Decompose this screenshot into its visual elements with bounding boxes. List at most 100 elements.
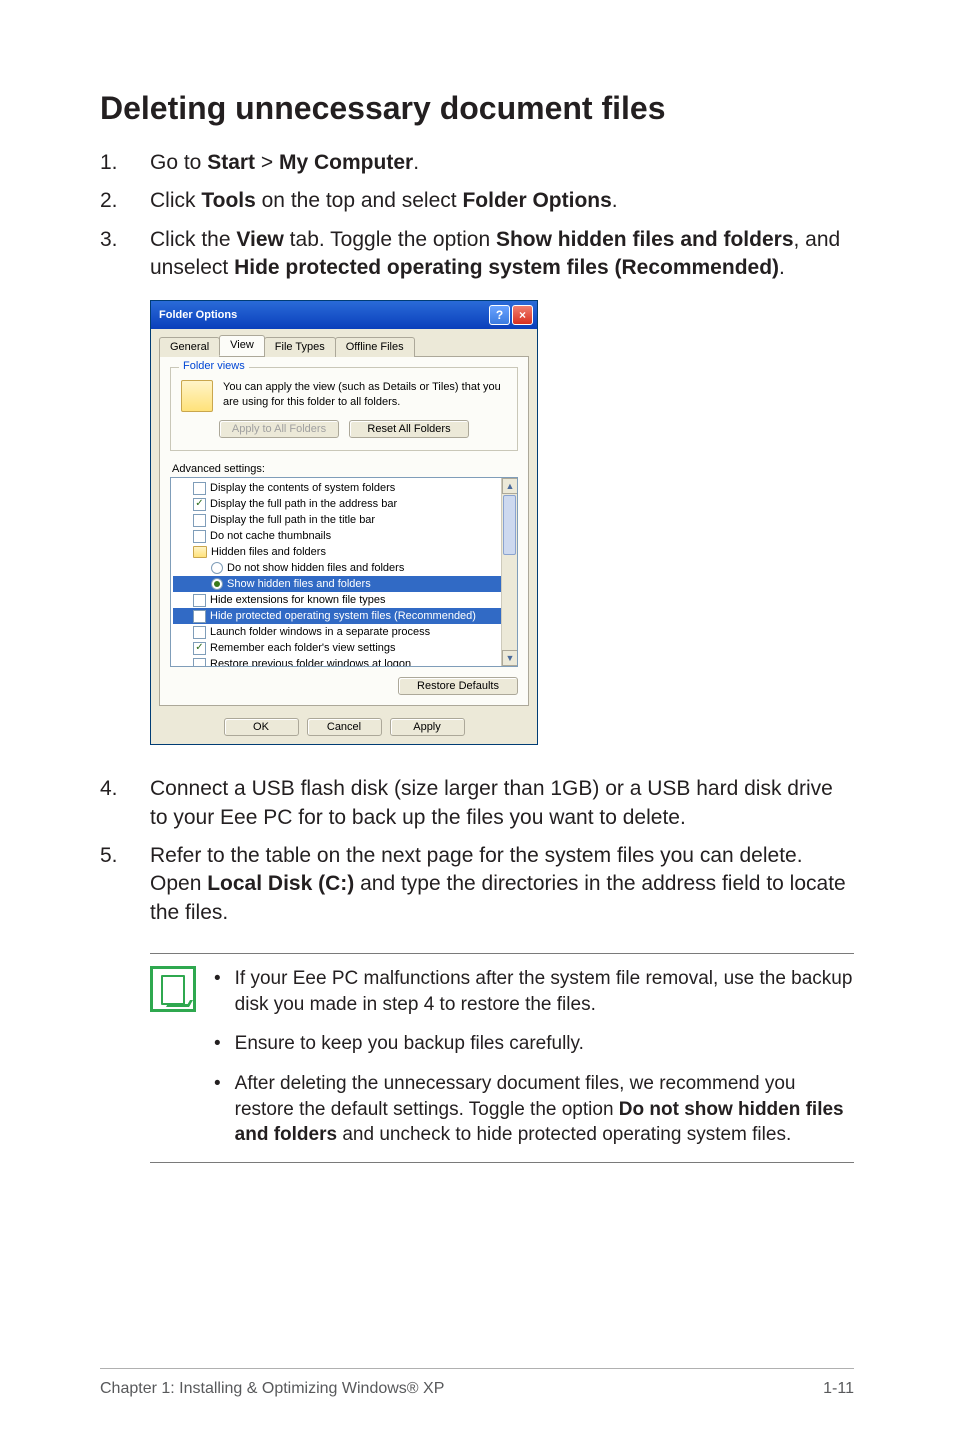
tree-item[interactable]: Hide extensions for known file types — [173, 592, 517, 608]
checkbox-icon[interactable] — [193, 626, 206, 639]
dialog-title: Folder Options — [159, 309, 237, 321]
tree-label: Display the contents of system folders — [210, 480, 395, 496]
bold-folder-options: Folder Options — [462, 189, 611, 212]
tab-file-types[interactable]: File Types — [264, 337, 336, 357]
tab-view[interactable]: View — [219, 335, 265, 356]
ok-button[interactable]: OK — [224, 718, 299, 736]
restore-row: Restore Defaults — [170, 677, 518, 695]
scroll-thumb[interactable] — [503, 495, 516, 555]
titlebar-buttons: ? × — [489, 305, 533, 325]
step-text: Go to Start > My Computer. — [150, 149, 854, 177]
radio-icon[interactable] — [211, 578, 223, 590]
tree-item[interactable]: Show hidden files and folders — [173, 576, 517, 592]
scrollbar[interactable]: ▲ ▼ — [501, 478, 517, 666]
tree-item[interactable]: Do not show hidden files and folders — [173, 560, 517, 576]
tree-item[interactable]: Display the full path in the address bar — [173, 496, 517, 512]
bold-hide-protected: Hide protected operating system files (R… — [234, 256, 779, 279]
text: . — [413, 151, 419, 174]
step-number: 2. — [100, 187, 150, 215]
tree-label: Restore previous folder windows at logon — [210, 656, 411, 667]
dialog-screenshot: Folder Options ? × General View File Typ… — [100, 300, 854, 745]
bold-show-hidden: Show hidden files and folders — [496, 228, 794, 251]
bullet-icon: • — [214, 1031, 221, 1057]
page: Deleting unnecessary document files 1. G… — [0, 0, 954, 1438]
steps-list: 1. Go to Start > My Computer. 2. Click T… — [100, 149, 854, 282]
step-number: 3. — [100, 226, 150, 283]
bold-tools: Tools — [201, 189, 255, 212]
checkbox-icon[interactable] — [193, 642, 206, 655]
checkbox-icon[interactable] — [193, 610, 206, 623]
help-button[interactable]: ? — [489, 305, 510, 325]
checkbox-icon[interactable] — [193, 514, 206, 527]
tree-label: Do not cache thumbnails — [210, 528, 331, 544]
tree-item[interactable]: Do not cache thumbnails — [173, 528, 517, 544]
note-item: • If your Eee PC malfunctions after the s… — [214, 966, 854, 1017]
tab-panel-view: Folder views You can apply the view (suc… — [159, 357, 529, 706]
scroll-down-icon[interactable]: ▼ — [502, 650, 518, 666]
tree-label: Display the full path in the address bar — [210, 496, 397, 512]
tree-label: Launch folder windows in a separate proc… — [210, 624, 430, 640]
tree-item-selected[interactable]: Hide protected operating system files (R… — [173, 608, 517, 624]
page-footer: Chapter 1: Installing & Optimizing Windo… — [100, 1380, 854, 1398]
tab-general[interactable]: General — [159, 337, 220, 357]
tree-item[interactable]: Display the contents of system folders — [173, 480, 517, 496]
checkbox-icon[interactable] — [193, 498, 206, 511]
folder-views-buttons: Apply to All Folders Reset All Folders — [181, 420, 507, 438]
bold-mycomputer: My Computer — [279, 151, 413, 174]
tree-item[interactable]: Restore previous folder windows at logon — [173, 656, 517, 667]
text: > — [255, 151, 279, 174]
dialog-buttons: OK Cancel Apply — [159, 718, 529, 736]
step-text: Click Tools on the top and select Folder… — [150, 187, 854, 215]
checkbox-icon[interactable] — [193, 594, 206, 607]
advanced-settings-label: Advanced settings: — [172, 463, 518, 475]
tree-label: Remember each folder's view settings — [210, 640, 396, 656]
group-legend: Folder views — [179, 360, 249, 372]
reset-all-folders-button[interactable]: Reset All Folders — [349, 420, 469, 438]
radio-icon[interactable] — [211, 562, 223, 574]
step-5: 5. Refer to the table on the next page f… — [100, 842, 854, 927]
tree-item[interactable]: Hidden files and folders — [173, 544, 517, 560]
checkbox-icon[interactable] — [193, 530, 206, 543]
heading: Deleting unnecessary document files — [100, 90, 854, 127]
tree-item[interactable]: Launch folder windows in a separate proc… — [173, 624, 517, 640]
checkbox-icon[interactable] — [193, 658, 206, 668]
steps-list-continued: 4. Connect a USB flash disk (size larger… — [100, 775, 854, 927]
apply-button[interactable]: Apply — [390, 718, 465, 736]
note-text: Ensure to keep you backup files carefull… — [235, 1031, 584, 1057]
step-number: 1. — [100, 149, 150, 177]
bold-view: View — [236, 228, 283, 251]
tree-item[interactable]: Remember each folder's view settings — [173, 640, 517, 656]
step-number: 5. — [100, 842, 150, 927]
advanced-settings-tree[interactable]: Display the contents of system folders D… — [170, 477, 518, 667]
text: tab. Toggle the option — [284, 228, 496, 251]
tab-offline-files[interactable]: Offline Files — [335, 337, 415, 357]
bullet-icon: • — [214, 966, 221, 1017]
restore-defaults-button[interactable]: Restore Defaults — [398, 677, 518, 695]
note-text: After deleting the unnecessary document … — [235, 1071, 854, 1148]
note-item: • Ensure to keep you backup files careful… — [214, 1031, 854, 1057]
folder-options-dialog: Folder Options ? × General View File Typ… — [150, 300, 538, 745]
tree-list: Display the contents of system folders D… — [173, 480, 517, 667]
step-text: Click the View tab. Toggle the option Sh… — [150, 226, 854, 283]
tree-label: Hide protected operating system files (R… — [210, 608, 476, 624]
close-button[interactable]: × — [512, 305, 533, 325]
step-text: Refer to the table on the next page for … — [150, 842, 854, 927]
bold-start: Start — [207, 151, 255, 174]
apply-all-folders-button[interactable]: Apply to All Folders — [219, 420, 339, 438]
folder-views-row: You can apply the view (such as Details … — [181, 380, 507, 412]
tree-label: Display the full path in the title bar — [210, 512, 375, 528]
tree-label: Do not show hidden files and folders — [227, 560, 404, 576]
scroll-up-icon[interactable]: ▲ — [502, 478, 518, 494]
text: . — [612, 189, 618, 212]
tree-item[interactable]: Display the full path in the title bar — [173, 512, 517, 528]
text: Go to — [150, 151, 207, 174]
text: on the top and select — [256, 189, 463, 212]
text: and uncheck to hide protected operating … — [337, 1124, 791, 1145]
note-text: If your Eee PC malfunctions after the sy… — [235, 966, 854, 1017]
folder-icon — [181, 380, 213, 412]
checkbox-icon[interactable] — [193, 482, 206, 495]
step-number: 4. — [100, 775, 150, 832]
cancel-button[interactable]: Cancel — [307, 718, 382, 736]
tree-label: Hidden files and folders — [211, 544, 326, 560]
tree-label: Show hidden files and folders — [227, 576, 371, 592]
